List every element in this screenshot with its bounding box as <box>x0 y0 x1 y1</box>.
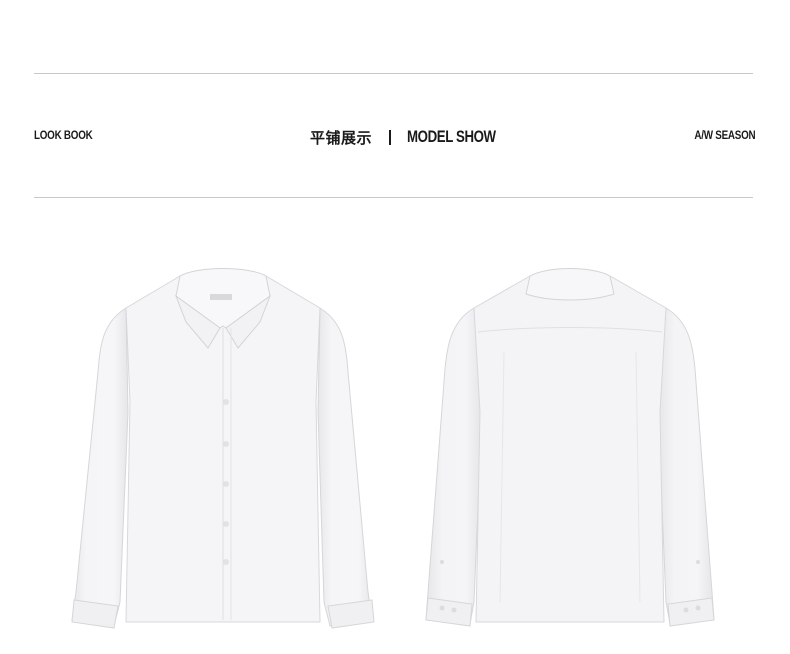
season-label: A/W SEASON <box>694 128 755 142</box>
bottom-divider <box>34 197 753 198</box>
shirt-back-image <box>420 262 720 634</box>
title-separator <box>389 129 392 145</box>
look-book-label: LOOK BOOK <box>34 128 93 142</box>
section-title: 平铺展示 MODEL SHOW <box>310 124 521 150</box>
section-title-en: MODEL SHOW <box>407 127 496 146</box>
section-header: LOOK BOOK 平铺展示 MODEL SHOW A/W SEASON <box>34 120 755 154</box>
top-divider <box>34 73 753 74</box>
shirt-front-image <box>68 262 378 634</box>
section-title-cn: 平铺展示 <box>310 128 373 147</box>
